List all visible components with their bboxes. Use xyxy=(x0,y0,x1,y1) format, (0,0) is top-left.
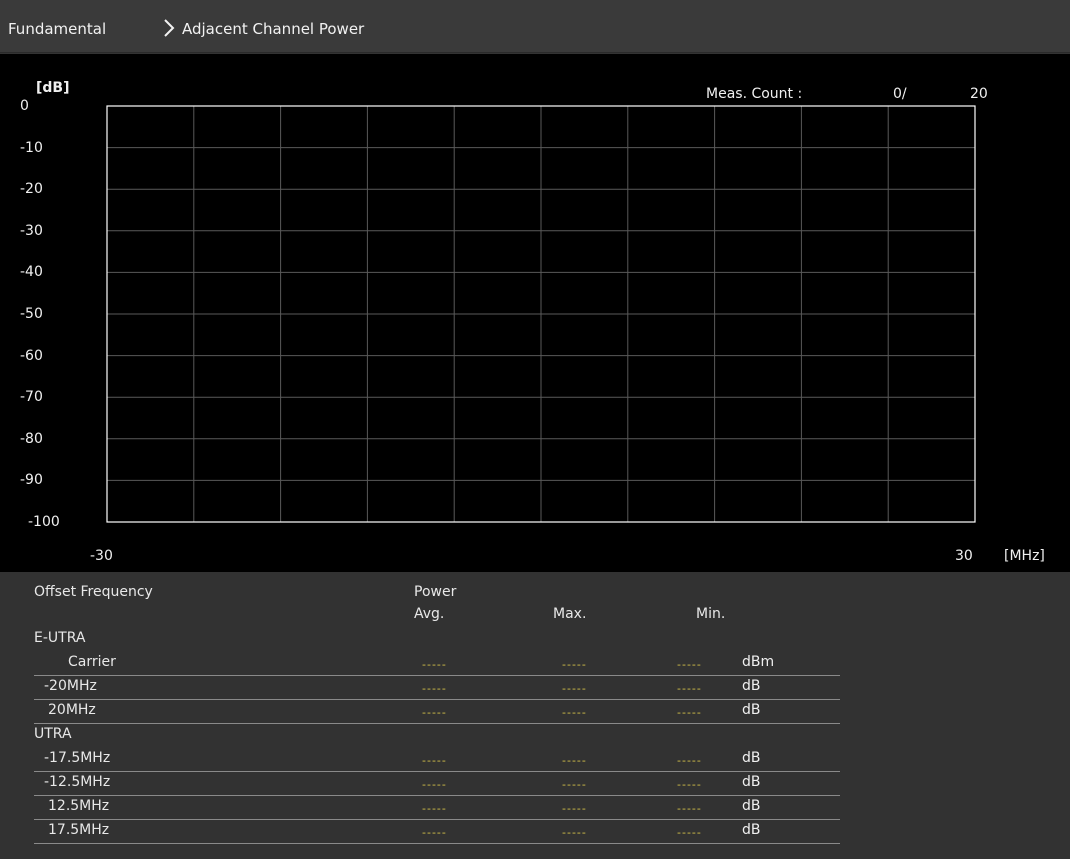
graph-plot xyxy=(106,105,976,523)
meas-count-current: 0/ xyxy=(893,86,907,102)
y-tick-label: -80 xyxy=(20,430,43,447)
breadcrumb-item-fundamental[interactable]: Fundamental xyxy=(8,20,106,38)
offset-frequency-cell: -20MHz xyxy=(44,678,97,694)
offset-frequency-cell: Carrier xyxy=(68,654,116,670)
y-tick-label: -60 xyxy=(20,347,43,364)
y-tick-label: -70 xyxy=(20,389,43,406)
header-min: Min. xyxy=(696,606,726,622)
unit-cell: dB xyxy=(742,678,761,694)
offset-frequency-cell: 12.5MHz xyxy=(48,798,110,814)
y-tick-label: -20 xyxy=(20,181,43,198)
y-axis-unit-label: [dB] xyxy=(36,80,70,96)
unit-cell: dB xyxy=(742,798,761,814)
row-divider xyxy=(34,771,840,772)
offset-frequency-cell: -17.5MHz xyxy=(44,750,111,766)
meas-count-label: Meas. Count : xyxy=(706,86,803,102)
max-value-cell: ----- xyxy=(562,658,587,671)
max-value-cell: ----- xyxy=(562,754,587,767)
avg-value-cell: ----- xyxy=(422,802,447,815)
row-divider xyxy=(34,723,840,724)
row-divider xyxy=(34,819,840,820)
breadcrumb-item-adjacent-channel-power: Adjacent Channel Power xyxy=(182,20,365,38)
offset-frequency-cell: 17.5MHz xyxy=(48,822,110,838)
min-value-cell: ----- xyxy=(677,682,702,695)
unit-cell: dBm xyxy=(742,654,775,670)
max-value-cell: ----- xyxy=(562,706,587,719)
group-label: E-UTRA xyxy=(34,630,86,646)
min-value-cell: ----- xyxy=(677,706,702,719)
group-label: UTRA xyxy=(34,726,72,742)
offset-frequency-cell: -12.5MHz xyxy=(44,774,111,790)
avg-value-cell: ----- xyxy=(422,826,447,839)
y-tick-label: -90 xyxy=(20,472,43,489)
avg-value-cell: ----- xyxy=(422,682,447,695)
y-tick-label: -40 xyxy=(20,264,43,281)
acp-graph: [dB] Meas. Count : 0/ 20 0 -10 -20 -30 -40 -5… xyxy=(0,54,1070,572)
results-table: Offset Frequency Power Avg. Max. Min. E-… xyxy=(0,572,1070,859)
breadcrumb: Fundamental Adjacent Channel Power xyxy=(0,0,1070,53)
header-avg: Avg. xyxy=(414,606,445,622)
chevron-right-icon xyxy=(164,19,175,37)
y-tick-label: -30 xyxy=(20,222,43,239)
unit-cell: dB xyxy=(742,774,761,790)
min-value-cell: ----- xyxy=(677,826,702,839)
avg-value-cell: ----- xyxy=(422,658,447,671)
unit-cell: dB xyxy=(742,702,761,718)
y-tick-label: -100 xyxy=(28,514,60,530)
unit-cell: dB xyxy=(742,822,761,838)
row-divider xyxy=(34,795,840,796)
x-axis-unit-label: [MHz] xyxy=(1004,548,1045,564)
y-tick-label: 0 xyxy=(20,98,29,114)
min-value-cell: ----- xyxy=(677,754,702,767)
min-value-cell: ----- xyxy=(677,658,702,671)
header-max: Max. xyxy=(553,606,587,622)
max-value-cell: ----- xyxy=(562,778,587,791)
avg-value-cell: ----- xyxy=(422,778,447,791)
unit-cell: dB xyxy=(742,750,761,766)
x-axis-min-label: -30 xyxy=(90,548,113,564)
max-value-cell: ----- xyxy=(562,802,587,815)
row-divider xyxy=(34,699,840,700)
x-axis-max-label: 30 xyxy=(955,548,973,564)
avg-value-cell: ----- xyxy=(422,706,447,719)
y-tick-label: -10 xyxy=(20,139,43,156)
max-value-cell: ----- xyxy=(562,682,587,695)
header-offset-frequency: Offset Frequency xyxy=(34,584,153,600)
row-divider xyxy=(34,675,840,676)
min-value-cell: ----- xyxy=(677,778,702,791)
y-tick-label: -50 xyxy=(20,306,43,322)
row-divider xyxy=(34,843,840,844)
meas-count-total: 20 xyxy=(970,86,988,102)
min-value-cell: ----- xyxy=(677,802,702,815)
offset-frequency-cell: 20MHz xyxy=(48,702,96,718)
avg-value-cell: ----- xyxy=(422,754,447,767)
header-power: Power xyxy=(414,584,457,600)
max-value-cell: ----- xyxy=(562,826,587,839)
